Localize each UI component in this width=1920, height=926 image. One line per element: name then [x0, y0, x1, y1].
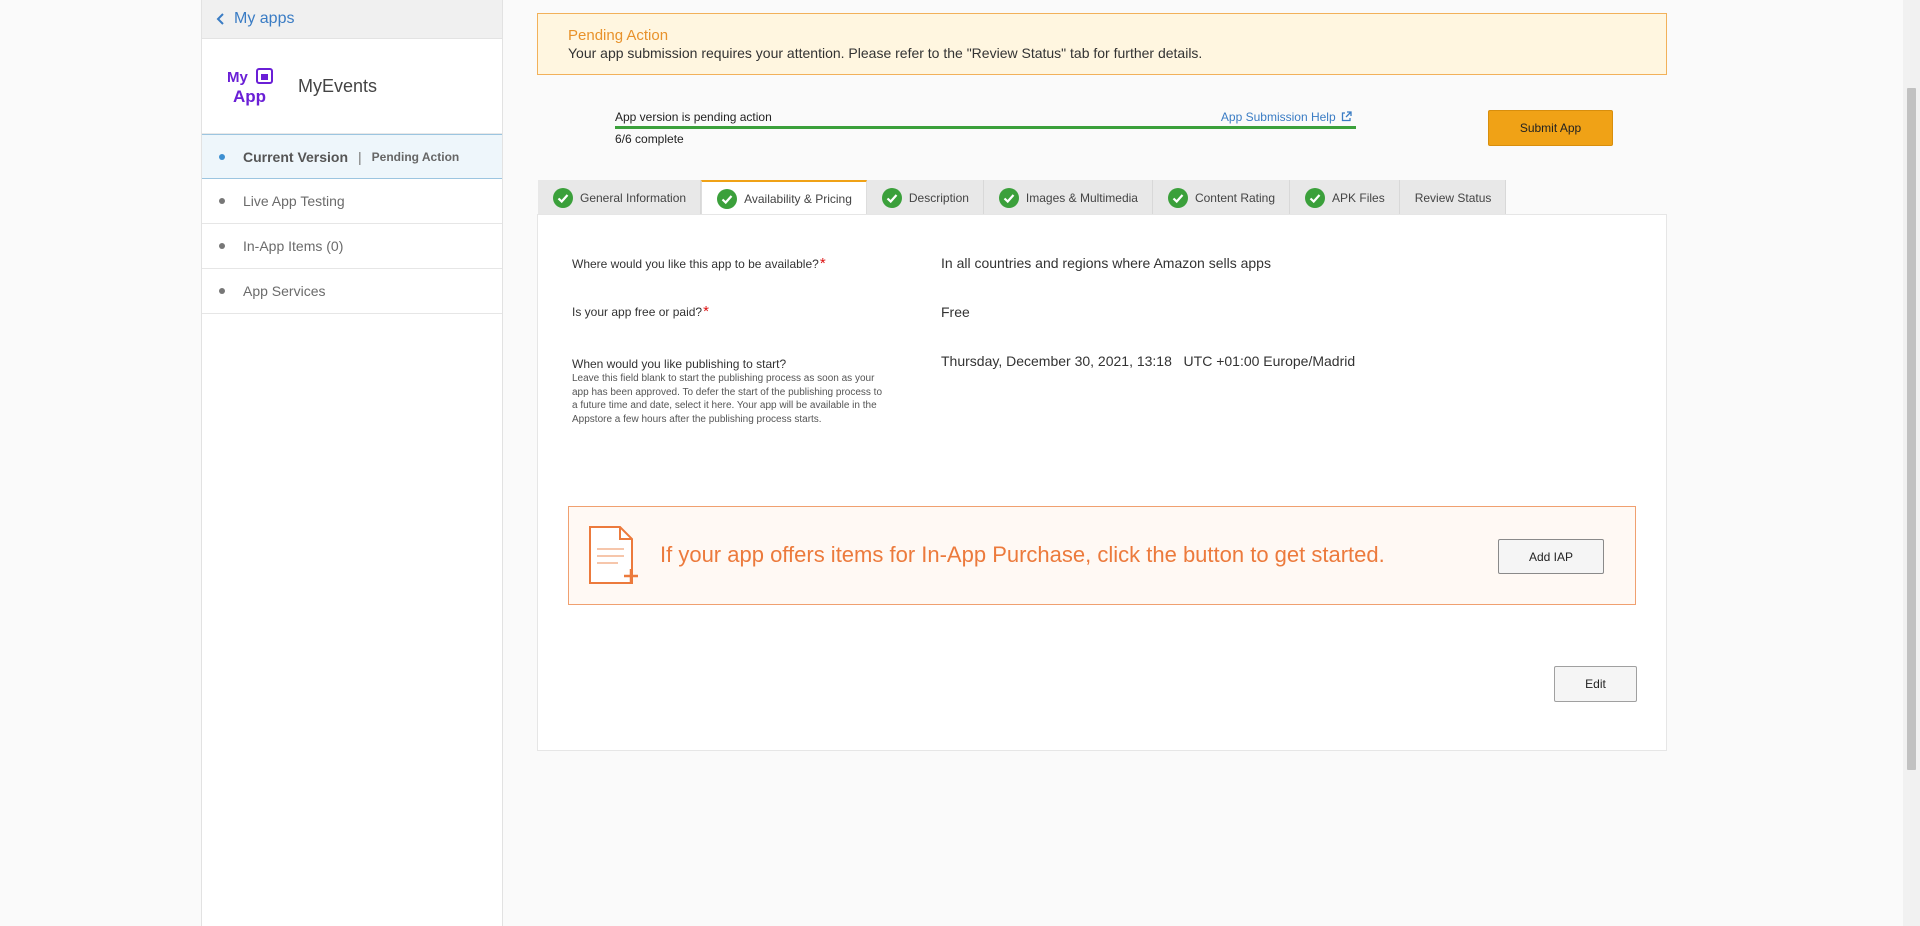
sidebar-item-in-app-items[interactable]: In-App Items (0) [202, 224, 502, 269]
tab-label: Availability & Pricing [744, 192, 852, 206]
iap-callout: If your app offers items for In-App Purc… [568, 506, 1636, 605]
sidebar-item-label: In-App Items (0) [243, 238, 344, 254]
help-link-label: App Submission Help [1220, 110, 1336, 124]
check-circle-icon [717, 189, 738, 209]
question-label: Is your app free or paid? [572, 305, 703, 319]
tab-label: General Information [580, 190, 687, 205]
price-question: Is your app free or paid?* [572, 303, 709, 320]
sidebar-item-app-services[interactable]: App Services [202, 269, 502, 314]
sidebar-item-label: Live App Testing [243, 193, 345, 209]
check-circle-icon [553, 187, 573, 208]
app-logo: My App [227, 68, 273, 106]
tab-label: Description [908, 190, 969, 205]
publish-help-text: Leave this field blank to start the publ… [572, 373, 883, 425]
check-circle-icon [1167, 187, 1188, 208]
publish-question: When would you like publishing to start? [572, 357, 787, 371]
bullet-icon [219, 198, 225, 204]
back-link-label: My apps [234, 10, 295, 27]
availability-question: Where would you like this app to be avai… [572, 255, 826, 272]
add-iap-button[interactable]: Add IAP [1498, 539, 1604, 574]
tab-images-multimedia[interactable]: Images & Multimedia [983, 180, 1153, 215]
sidebar-item-current-version[interactable]: Current Version | Pending Action [202, 134, 502, 179]
sidebar: My apps My App MyEvents Current Version … [201, 0, 503, 926]
iap-message: If your app offers items for In-App Purc… [660, 542, 1385, 567]
sidebar-item-label: App Services [243, 283, 326, 299]
add-document-icon [589, 526, 638, 584]
bullet-icon [219, 288, 225, 294]
scrollbar-thumb[interactable] [1907, 88, 1916, 770]
tab-description[interactable]: Description [866, 180, 984, 215]
tab-general-information[interactable]: General Information [538, 180, 702, 215]
sidebar-item-live-app-testing[interactable]: Live App Testing [202, 179, 502, 224]
app-name: MyEvents [298, 75, 378, 96]
edit-button[interactable]: Edit [1554, 666, 1637, 702]
question-label: Where would you like this app to be avai… [572, 257, 819, 271]
availability-pricing-panel: Where would you like this app to be avai… [537, 214, 1667, 751]
tab-label: Content Rating [1194, 190, 1276, 205]
progress-count: 6/6 complete [615, 132, 684, 146]
tab-content-rating[interactable]: Content Rating [1152, 180, 1291, 215]
progress-fill [615, 126, 1356, 129]
bullet-icon [219, 243, 225, 249]
tab-apk-files[interactable]: APK Files [1290, 180, 1400, 215]
alert-message: Your app submission requires your attent… [568, 45, 1203, 61]
tab-availability-pricing[interactable]: Availability & Pricing [701, 180, 867, 216]
external-link-icon [1341, 111, 1352, 122]
status-badge: Pending Action [371, 149, 460, 164]
publish-answer: Thursday, December 30, 2021, 13:18 UTC +… [941, 353, 1356, 369]
tab-bar: General Information Availability & Pricin… [538, 180, 1507, 216]
check-circle-icon [998, 187, 1019, 208]
app-submission-help-link[interactable]: App Submission Help [1221, 110, 1352, 124]
tab-label: APK Files [1332, 190, 1385, 205]
progress-bar [615, 126, 1356, 129]
back-to-my-apps-link[interactable]: My apps [202, 0, 502, 39]
scrollbar[interactable] [1903, 0, 1920, 926]
tab-review-status[interactable]: Review Status [1399, 180, 1507, 215]
bullet-icon [219, 153, 225, 160]
check-circle-icon [881, 187, 902, 208]
availability-answer: In all countries and regions where Amazo… [941, 255, 1271, 271]
app-header: My App MyEvents [202, 39, 502, 134]
svg-text:App: App [233, 87, 266, 106]
price-answer: Free [941, 304, 970, 320]
sidebar-item-label: Current Version [243, 148, 349, 165]
separator: | [358, 148, 362, 165]
chevron-left-icon [216, 13, 224, 25]
tab-label: Review Status [1414, 190, 1492, 205]
submission-progress: App version is pending action App Submis… [615, 110, 1356, 146]
svg-text:My: My [227, 69, 248, 86]
check-circle-icon [1305, 187, 1326, 208]
tab-label: Images & Multimedia [1025, 190, 1138, 205]
required-mark: * [703, 303, 709, 320]
alert-title: Pending Action [568, 27, 669, 44]
required-mark: * [819, 255, 826, 272]
submit-app-button[interactable]: Submit App [1488, 110, 1613, 146]
pending-action-alert: Pending Action Your app submission requi… [537, 13, 1667, 75]
